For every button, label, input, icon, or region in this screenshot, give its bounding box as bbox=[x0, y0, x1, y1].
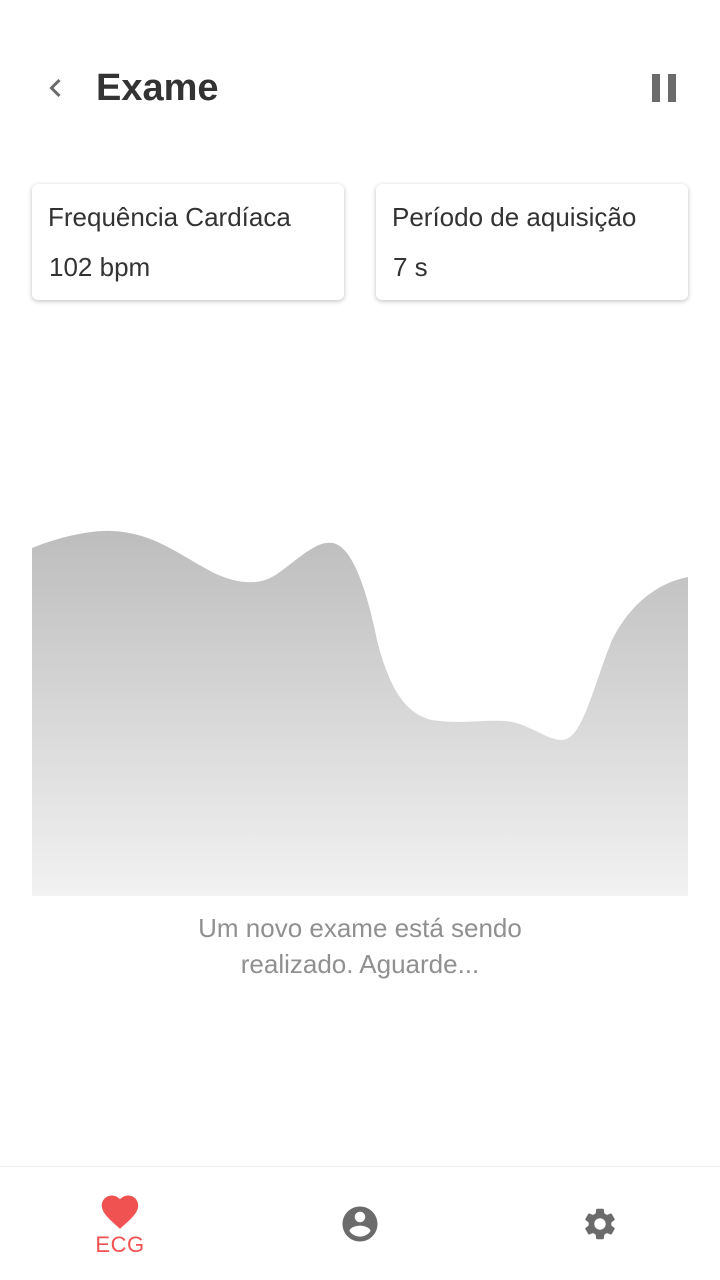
nav-item-profile[interactable] bbox=[240, 1167, 480, 1280]
acquisition-period-card: Período de aquisição 7 s bbox=[376, 184, 688, 300]
waveform-placeholder bbox=[32, 530, 688, 896]
heart-rate-card: Frequência Cardíaca 102 bpm bbox=[32, 184, 344, 300]
heart-rate-value: 102 bpm bbox=[49, 252, 151, 282]
waveform-area bbox=[32, 530, 688, 896]
pause-icon bbox=[652, 74, 676, 102]
nav-item-settings[interactable] bbox=[480, 1167, 720, 1280]
status-line-1: Um novo exame está sendo bbox=[198, 913, 522, 943]
page-title: Exame bbox=[96, 67, 219, 109]
chevron-left-icon bbox=[49, 78, 61, 98]
bottom-navigation: ECG bbox=[0, 1166, 720, 1280]
nav-item-ecg[interactable]: ECG bbox=[0, 1167, 240, 1280]
exam-screen: Exame Frequência Cardíaca 102 bpm Períod… bbox=[0, 0, 720, 1280]
acquisition-period-value: 7 s bbox=[393, 252, 428, 282]
app-header: Exame bbox=[0, 0, 720, 176]
back-button[interactable] bbox=[36, 68, 76, 108]
heart-icon bbox=[101, 1195, 139, 1229]
acquisition-period-label: Período de aquisição bbox=[392, 202, 637, 232]
gear-icon bbox=[585, 1208, 615, 1240]
heart-rate-label: Frequência Cardíaca bbox=[48, 202, 291, 232]
account-circle-icon bbox=[342, 1206, 378, 1242]
pause-button[interactable] bbox=[644, 68, 684, 108]
status-line-2: realizado. Aguarde... bbox=[240, 949, 480, 979]
exam-status-message: Um novo exame está sendo realizado. Agua… bbox=[110, 910, 610, 982]
nav-label-ecg: ECG bbox=[95, 1232, 145, 1257]
